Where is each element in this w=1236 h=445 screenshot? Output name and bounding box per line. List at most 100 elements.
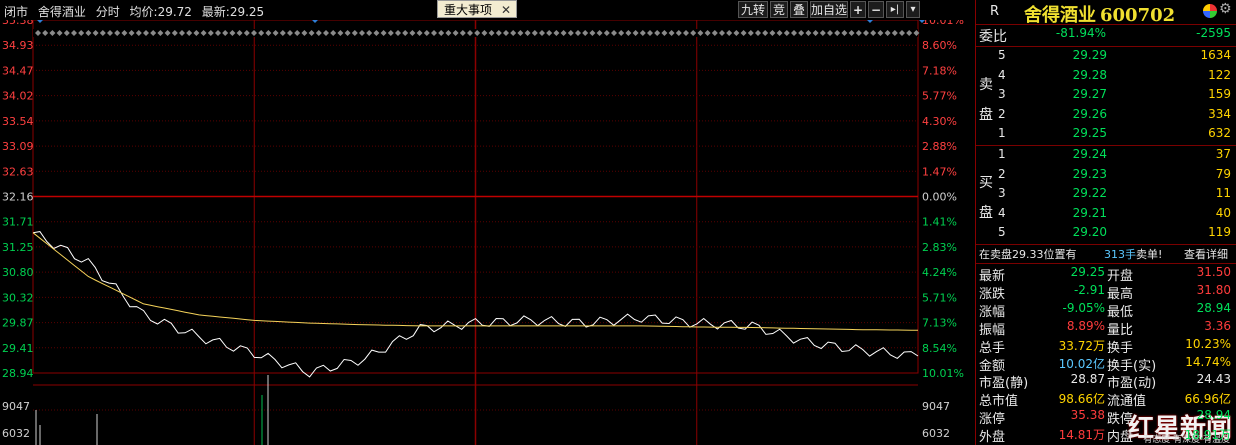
price-tick-label: 34.02 — [2, 90, 34, 103]
stat-row: 涨停 35.38 跌停 28.94 — [976, 408, 1236, 427]
close-icon[interactable]: ✕ — [501, 1, 511, 19]
pie-chart-icon[interactable] — [1203, 4, 1217, 18]
stat-label-right: 市盈(动) — [1107, 376, 1157, 392]
stat-row: 金额 10.02亿 换手(实) 14.74% — [976, 355, 1236, 374]
stat-value-left: 10.02亿 — [1058, 356, 1105, 371]
sell-volume: 334 — [1208, 106, 1231, 121]
zoom-in-icon[interactable]: + — [850, 1, 866, 18]
chart-mode: 分时 — [95, 5, 120, 19]
stat-label-right: 开盘 — [1107, 269, 1134, 284]
buy-level-row: 4 29.21 40 — [976, 206, 1236, 225]
sell-level-row: 1 29.25 632 — [976, 126, 1236, 145]
stat-row: 外盘 14.81万 内盘 18.91万 — [976, 426, 1236, 445]
sell-level-number: 2 — [998, 106, 1006, 121]
price-tick-label: 32.63 — [2, 165, 34, 178]
stat-label-left: 金额 — [979, 358, 1006, 374]
sell-level-row: 3 29.27 159 — [976, 87, 1236, 106]
stat-value-right: 28.94 — [1196, 408, 1231, 423]
percent-tick-label: 5.77% — [922, 90, 957, 103]
price-tick-label: 29.41 — [2, 342, 34, 355]
stat-value-left: -2.91 — [1073, 282, 1105, 297]
weibi-percent: -81.94% — [1055, 26, 1106, 40]
price-tick-label: 28.94 — [2, 367, 34, 380]
buy-price: 29.23 — [1072, 166, 1107, 181]
buy-volume: 119 — [1208, 225, 1231, 239]
percent-tick-label: 7.13% — [922, 317, 957, 330]
percent-tick-label: 7.18% — [922, 64, 957, 77]
price-tick-label: 33.09 — [2, 140, 34, 153]
buy-volume: 11 — [1215, 186, 1231, 200]
buy-price: 29.21 — [1072, 205, 1107, 220]
zoom-out-icon[interactable]: − — [868, 1, 884, 18]
percent-tick-label: 2.88% — [922, 140, 957, 153]
sell-volume: 122 — [1208, 67, 1231, 82]
stat-row: 市盈(静) 28.87 市盈(动) 24.43 — [976, 372, 1236, 391]
intraday-chart[interactable]: 35.3834.9334.4734.0233.5433.0932.6332.16… — [0, 0, 975, 445]
quote-panel: R 舍得酒业 600702 ⚙ 委比 -81.94% -2595 卖 盘 买 盘 … — [975, 0, 1236, 445]
buy-volume: 37 — [1215, 147, 1231, 161]
sell-level-number: 5 — [998, 48, 1006, 62]
major-events-button[interactable]: 重大事项 ✕ — [437, 0, 517, 18]
percent-tick-label: 10.01% — [922, 367, 964, 380]
price-tick-label: 31.25 — [2, 241, 34, 254]
buy-level-row: 2 29.23 79 — [976, 167, 1236, 186]
price-tick-label: 33.54 — [2, 115, 34, 128]
volume-tick-label: 6032 — [2, 427, 30, 440]
stat-label-left: 总手 — [979, 340, 1006, 356]
stat-label-right: 流通值 — [1107, 394, 1147, 410]
stat-value-right: 10.23% — [1185, 336, 1231, 351]
jiuzhuan-button[interactable]: 九转 — [738, 1, 768, 18]
view-details-link[interactable]: 查看详细 — [1184, 246, 1228, 262]
sell-level-row: 4 29.28 122 — [976, 68, 1236, 87]
panel-stock-code: 600702 — [1100, 5, 1176, 26]
market-status: 闭市 — [4, 5, 29, 19]
stat-value-right: 24.43 — [1196, 372, 1231, 387]
panel-stock-name: 舍得酒业 — [1024, 5, 1096, 26]
add-watchlist-button[interactable]: 加自选 — [810, 1, 848, 18]
buy-price: 29.24 — [1072, 147, 1107, 161]
stat-value-left: 28.87 — [1070, 372, 1105, 387]
price-tick-label: 32.16 — [2, 191, 34, 204]
market-code: R — [990, 4, 1000, 19]
skip-end-icon[interactable]: ▸| — [886, 1, 904, 18]
last-price-value: 29.25 — [229, 5, 265, 19]
overlay-button[interactable]: 叠 — [790, 1, 808, 18]
buy-level-row: 3 29.22 11 — [976, 186, 1236, 205]
stat-label-right: 最高 — [1107, 286, 1134, 302]
avg-price-label: 均价: — [129, 5, 158, 19]
sell-price: 29.26 — [1072, 106, 1107, 121]
auction-button[interactable]: 竞 — [770, 1, 788, 18]
stock-name: 舍得酒业 — [37, 5, 86, 19]
stat-label-left: 涨幅 — [979, 304, 1006, 320]
percent-tick-label: 1.47% — [922, 165, 957, 178]
stat-value-right: 31.80 — [1196, 282, 1231, 297]
sell-level-row: 2 29.26 334 — [976, 107, 1236, 126]
stat-label-left: 总市值 — [979, 394, 1019, 410]
stat-value-left: 14.81万 — [1058, 428, 1105, 443]
buy-volume: 40 — [1215, 205, 1231, 220]
price-tick-label: 30.32 — [2, 291, 34, 304]
stat-label-right: 换手(实) — [1107, 358, 1157, 374]
dropdown-arrow-icon[interactable]: ▾ — [906, 1, 920, 18]
percent-tick-label: 1.41% — [922, 216, 957, 229]
stat-row: 最新 29.25 开盘 31.50 — [976, 265, 1236, 284]
sell-volume: 632 — [1208, 126, 1231, 140]
percent-tick-label: 4.24% — [922, 266, 957, 279]
weibi-value: -2595 — [1196, 26, 1231, 40]
sell-volume: 1634 — [1200, 48, 1231, 62]
settings-icon[interactable]: ⚙ — [1219, 1, 1232, 17]
stat-label-right: 换手 — [1107, 340, 1134, 356]
weibi-label: 委比 — [979, 29, 1007, 45]
sell-price: 29.29 — [1072, 48, 1107, 62]
stat-value-right: 14.74% — [1185, 354, 1231, 369]
buy-level-number: 1 — [998, 147, 1006, 161]
stat-label-right: 内盘 — [1107, 430, 1134, 445]
price-tick-label: 34.93 — [2, 39, 34, 52]
stat-row: 涨跌 -2.91 最高 31.80 — [976, 283, 1236, 302]
buy-price: 29.22 — [1072, 186, 1107, 200]
chart-info-text: 闭市 舍得酒业 分时 均价:29.72 最新:29.25 — [4, 3, 270, 20]
stat-value-left: 29.25 — [1070, 265, 1105, 279]
stat-label-left: 涨跌 — [979, 286, 1006, 302]
sell-level-number: 3 — [998, 87, 1006, 101]
stat-label-left: 市盈(静) — [979, 376, 1029, 392]
